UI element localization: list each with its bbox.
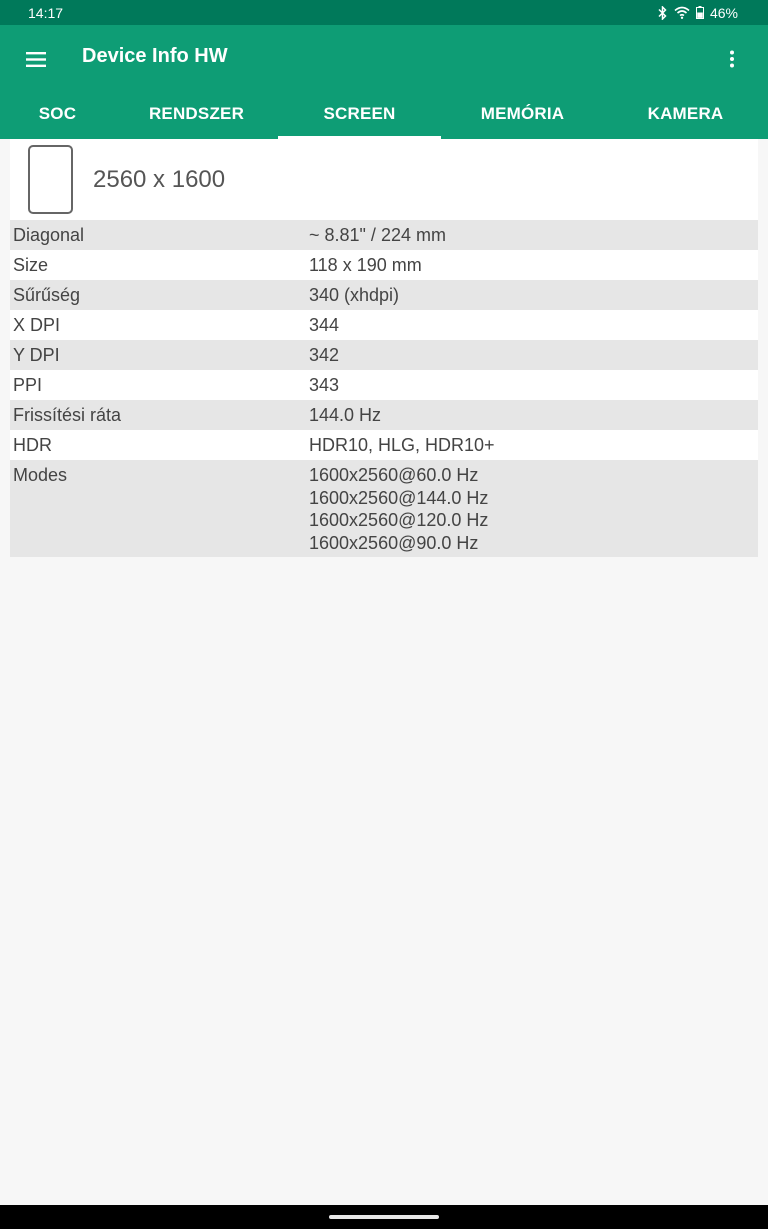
mode-item: 1600x2560@144.0 Hz bbox=[309, 487, 489, 508]
info-row-size: Size 118 x 190 mm bbox=[10, 250, 758, 280]
row-value: 118 x 190 mm bbox=[309, 255, 422, 275]
tab-memoria[interactable]: MEMÓRIA bbox=[441, 89, 604, 139]
row-value: HDR10, HLG, HDR10+ bbox=[309, 435, 495, 455]
row-label: Frissítési ráta bbox=[13, 405, 122, 425]
modes-list: 1600x2560@60.0 Hz 1600x2560@144.0 Hz 160… bbox=[309, 464, 758, 554]
status-bar: 14:17 46% bbox=[0, 0, 768, 25]
status-icons: 46% bbox=[657, 5, 738, 21]
battery-icon bbox=[695, 6, 704, 19]
screen-info-panel: 2560 x 1600 Diagonal ~ 8.81" / 224 mm Si… bbox=[10, 139, 758, 558]
tab-kamera[interactable]: KAMERA bbox=[604, 89, 767, 139]
resolution-header: 2560 x 1600 bbox=[10, 139, 758, 220]
info-row-density: Sűrűség 340 (xhdpi) bbox=[10, 280, 758, 310]
row-value: 342 bbox=[309, 345, 340, 365]
row-label: X DPI bbox=[13, 315, 61, 335]
row-value: 340 (xhdpi) bbox=[309, 285, 400, 305]
tab-screen[interactable]: SCREEN bbox=[278, 89, 441, 139]
row-label: PPI bbox=[13, 375, 43, 395]
row-label: Sűrűség bbox=[13, 285, 81, 305]
row-label: Size bbox=[13, 255, 49, 275]
app-title: Device Info HW bbox=[82, 45, 228, 67]
tablet-icon bbox=[28, 145, 73, 214]
mode-item: 1600x2560@60.0 Hz bbox=[309, 465, 479, 485]
info-row-ppi: PPI 343 bbox=[10, 370, 758, 400]
info-table: Diagonal ~ 8.81" / 224 mm Size 118 x 190… bbox=[10, 220, 758, 558]
row-label: Modes bbox=[13, 465, 68, 485]
wifi-icon bbox=[674, 6, 690, 19]
info-row-diagonal: Diagonal ~ 8.81" / 224 mm bbox=[10, 220, 758, 250]
navigation-bar bbox=[0, 1205, 768, 1229]
resolution-text: 2560 x 1600 bbox=[93, 166, 226, 193]
row-label: Y DPI bbox=[13, 345, 60, 365]
info-row-modes: Modes 1600x2560@60.0 Hz 1600x2560@144.0 … bbox=[10, 460, 758, 558]
row-value: 344 bbox=[309, 315, 340, 335]
battery-percent: 46% bbox=[709, 4, 738, 21]
bluetooth-icon bbox=[657, 5, 668, 20]
info-row-xdpi: X DPI 344 bbox=[10, 310, 758, 340]
row-value: 144.0 Hz bbox=[309, 405, 382, 425]
info-row-ydpi: Y DPI 342 bbox=[10, 340, 758, 370]
mode-item: 1600x2560@120.0 Hz bbox=[309, 510, 489, 531]
status-time: 14:17 bbox=[28, 4, 64, 21]
more-vert-icon[interactable] bbox=[712, 39, 752, 79]
tab-soc[interactable]: SOC bbox=[0, 89, 115, 139]
home-gesture-handle[interactable] bbox=[329, 1215, 439, 1219]
hamburger-menu-icon[interactable] bbox=[16, 39, 56, 79]
tab-bar: SOC RENDSZER SCREEN MEMÓRIA KAMERA bbox=[0, 89, 768, 139]
info-row-hdr: HDR HDR10, HLG, HDR10+ bbox=[10, 430, 758, 460]
row-label: Diagonal bbox=[13, 225, 85, 245]
mode-item: 1600x2560@90.0 Hz bbox=[309, 532, 479, 553]
row-value: 343 bbox=[309, 375, 340, 395]
tab-rendszer[interactable]: RENDSZER bbox=[115, 89, 278, 139]
app-bar: Device Info HW SOC RENDSZER SCREEN MEMÓR… bbox=[0, 25, 768, 139]
info-row-refresh-rate: Frissítési ráta 144.0 Hz bbox=[10, 400, 758, 430]
row-value: ~ 8.81" / 224 mm bbox=[309, 225, 446, 245]
row-label: HDR bbox=[13, 435, 52, 455]
